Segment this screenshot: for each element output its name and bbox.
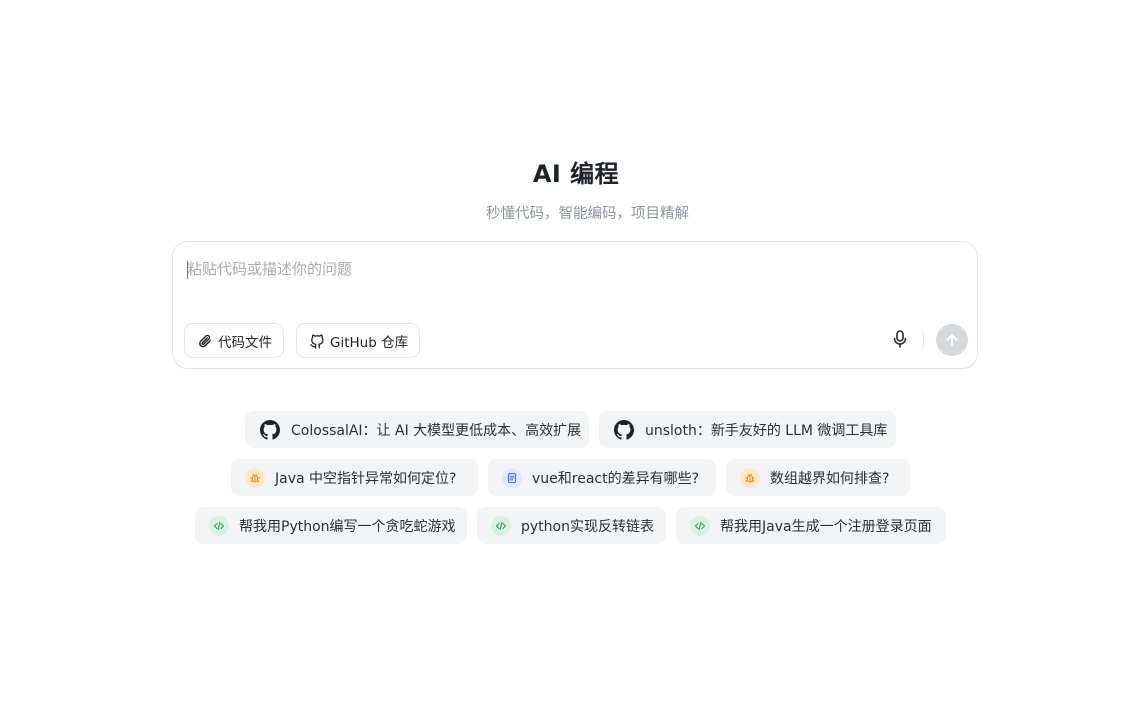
page-title: AI 编程 [532,160,620,188]
github-repo-button[interactable]: GitHub 仓库 [296,323,421,358]
suggestion-label: 数组越界如何排查? [770,470,890,487]
suggestion-chip-java-login[interactable]: 帮我用Java生成一个注册登录页面 [676,507,946,544]
text-caret [187,261,188,279]
send-button[interactable] [936,324,968,356]
arrow-up-icon [944,332,960,348]
paperclip-icon [197,333,213,349]
suggestion-chip-unsloth[interactable]: unsloth：新手友好的 LLM 微调工具库 [599,411,896,448]
github-repo-button-label: GitHub 仓库 [330,334,409,351]
github-icon [613,419,635,441]
bug-icon [740,467,760,488]
document-icon [502,467,522,488]
toolbar-divider [923,331,924,349]
suggestion-label: ColossalAI：让 AI 大模型更低成本、高效扩展 [291,422,582,439]
code-icon [491,515,511,536]
suggestion-chip-vue-react[interactable]: vue和react的差异有哪些? [488,459,716,496]
suggestion-label: 帮我用Python编写一个贪吃蛇游戏 [239,518,456,535]
github-icon [309,333,325,349]
suggestion-chip-colossalai[interactable]: ColossalAI：让 AI 大模型更低成本、高效扩展 [245,411,589,448]
suggestion-label: unsloth：新手友好的 LLM 微调工具库 [645,422,888,439]
code-file-button[interactable]: 代码文件 [184,323,284,358]
code-icon [690,515,710,536]
code-icon [209,515,229,536]
suggestion-label: 帮我用Java生成一个注册登录页面 [720,518,932,535]
bug-icon [245,467,265,488]
github-icon [259,419,281,441]
code-file-button-label: 代码文件 [218,334,272,351]
suggestion-label: Java 中空指针异常如何定位? [275,470,457,487]
composer: 代码文件 GitHub 仓库 [172,241,978,369]
suggestion-label: vue和react的差异有哪些? [532,470,700,487]
page: AI 编程 秒懂代码，智能编码，项目精解 代码文件 GitHub 仓库 [0,0,1146,726]
microphone-icon[interactable] [890,329,910,349]
suggestion-chip-python-snake[interactable]: 帮我用Python编写一个贪吃蛇游戏 [195,507,467,544]
prompt-input[interactable] [187,258,947,298]
page-subtitle: 秒懂代码，智能编码，项目精解 [486,206,689,222]
suggestion-chip-array-bounds[interactable]: 数组越界如何排查? [726,459,910,496]
suggestion-chip-java-npe[interactable]: Java 中空指针异常如何定位? [231,459,478,496]
suggestion-chip-reverse-list[interactable]: python实现反转链表 [477,507,666,544]
suggestion-label: python实现反转链表 [521,518,654,535]
